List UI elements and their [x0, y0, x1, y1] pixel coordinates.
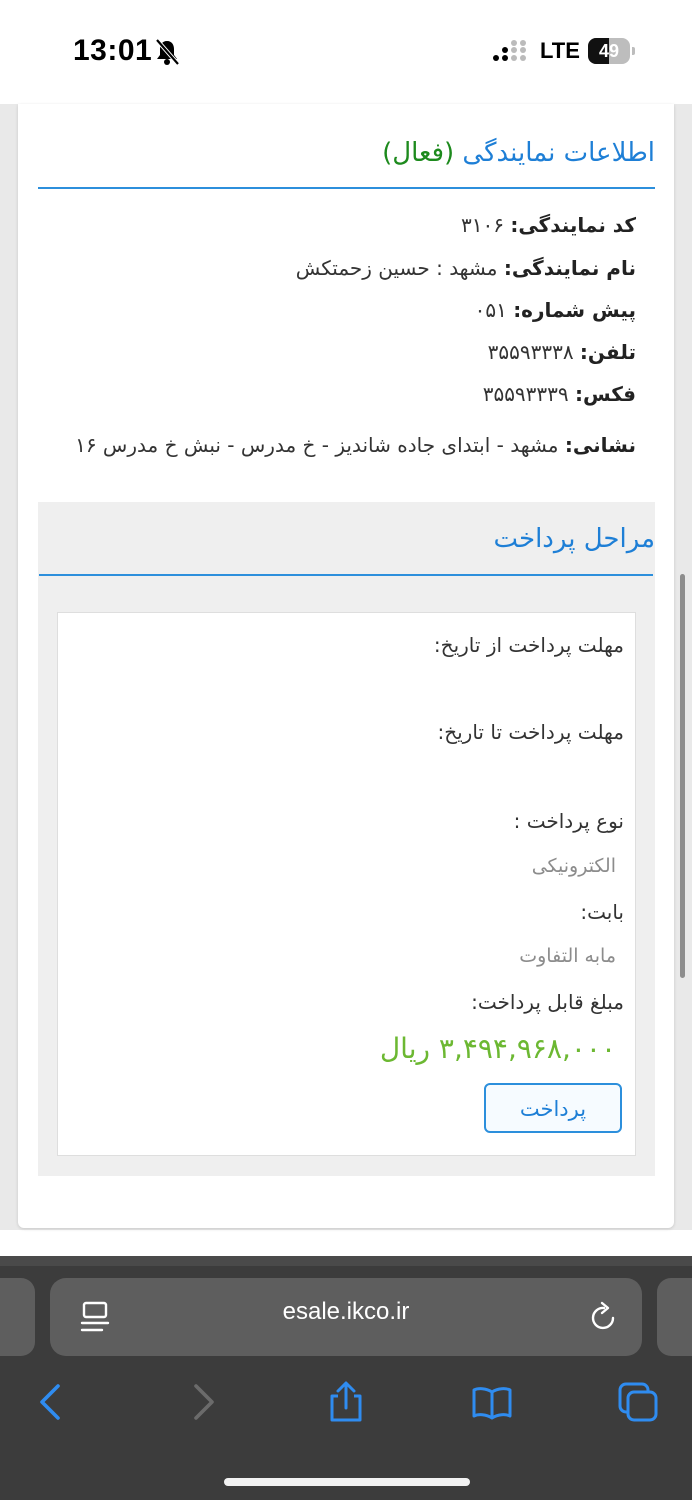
fax-row: فکس: ۳۵۵۹۳۳۳۹ — [36, 381, 636, 407]
cellular-signal-icon — [493, 40, 526, 61]
agency-status: (فعال) — [382, 138, 455, 168]
share-icon[interactable] — [324, 1380, 368, 1424]
reload-icon[interactable] — [588, 1301, 620, 1333]
field-value: ۰۵۱ — [474, 298, 507, 322]
payment-steps-title: مراحل پرداخت — [493, 524, 655, 554]
bookmarks-icon[interactable] — [470, 1380, 514, 1424]
payment-title-divider — [39, 574, 653, 576]
field-label: پیش شماره: — [513, 298, 636, 322]
payment-reason-value: مابه التفاوت — [519, 945, 616, 967]
status-bar: 13:01 LTE 49 — [0, 0, 692, 104]
deadline-from-label: مهلت پرداخت از تاریخ: — [433, 633, 624, 657]
pay-button[interactable]: پرداخت — [484, 1083, 622, 1133]
field-label: کد نمایندگی: — [510, 213, 636, 237]
battery-icon: 49 — [588, 38, 636, 64]
amount-value: ۳,۴۹۴,۹۶۸,۰۰۰ ریال — [379, 1032, 616, 1065]
agency-title-text: اطلاعات نمایندگی — [462, 138, 655, 168]
title-divider — [38, 187, 655, 189]
field-value: ۳۱۰۶ — [461, 213, 504, 237]
scrollbar[interactable] — [680, 574, 685, 978]
field-label: تلفن: — [579, 340, 636, 364]
network-type: LTE — [540, 38, 580, 63]
phone-row: تلفن: ۳۵۵۹۳۳۳۸ — [36, 339, 636, 365]
area-code-row: پیش شماره: ۰۵۱ — [36, 297, 636, 323]
reader-mode-icon[interactable] — [80, 1301, 110, 1333]
bell-muted-icon — [155, 38, 180, 66]
field-value: ۳۵۵۹۳۳۳۹ — [482, 382, 569, 406]
forward-icon[interactable] — [180, 1380, 224, 1424]
clock: 13:01 — [73, 34, 153, 67]
agency-name-row: نام نمایندگی: مشهد : حسین زحمتکش — [36, 255, 636, 281]
field-label: نشانی: — [564, 433, 636, 457]
field-value: ۳۵۵۹۳۳۳۸ — [487, 340, 574, 364]
payment-reason-label: بابت: — [580, 900, 624, 924]
tabs-icon[interactable] — [616, 1380, 660, 1424]
battery-percent: 49 — [598, 41, 620, 61]
address-row: نشانی: مشهد - ابتدای جاده شاندیز - خ مدر… — [36, 424, 636, 466]
amount-label: مبلغ قابل پرداخت: — [471, 990, 624, 1014]
agency-info-title: اطلاعات نمایندگی (فعال) — [38, 138, 655, 168]
field-label: نام نمایندگی: — [503, 256, 636, 280]
home-indicator[interactable] — [224, 1478, 470, 1486]
field-value: مشهد : حسین زحمتکش — [295, 256, 498, 280]
payment-type-value: الکترونیکی — [531, 855, 616, 877]
payment-details-box — [57, 612, 636, 1156]
agency-code-row: کد نمایندگی: ۳۱۰۶ — [36, 212, 636, 238]
payment-type-label: نوع پرداخت : — [513, 809, 624, 833]
deadline-to-label: مهلت پرداخت تا تاریخ: — [437, 720, 624, 744]
field-label: فکس: — [575, 382, 636, 406]
back-icon[interactable] — [30, 1380, 74, 1424]
field-value: مشهد - ابتدای جاده شاندیز - خ مدرس - نبش… — [75, 433, 559, 457]
